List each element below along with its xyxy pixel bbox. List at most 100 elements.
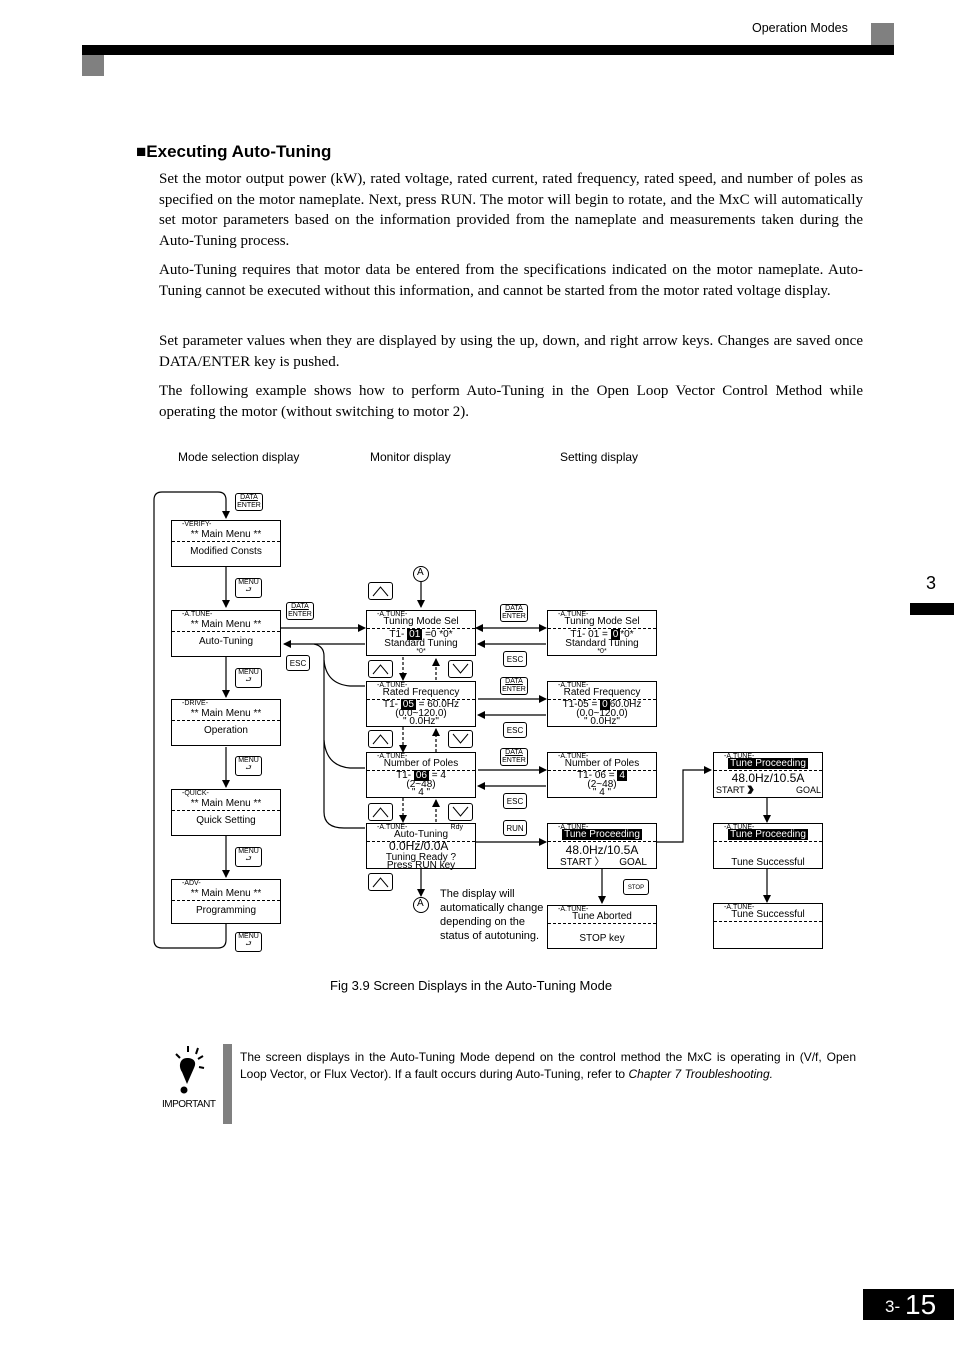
down-arrow-icon [452, 663, 469, 674]
lcd-monitor-tuning-mode-sel: -A.TUNE- Tuning Mode Sel T1- 01 =0 *0* S… [366, 610, 476, 656]
lcd-title: Tuning Mode Sel [383, 616, 459, 627]
lcd-value: 48.0Hz/10.5A [565, 843, 639, 857]
data-enter-key[interactable]: DATA ENTER [286, 602, 314, 620]
lcd-value: 48.0Hz/10.5A [731, 771, 805, 785]
lcd-title: Tune Proceeding [728, 758, 808, 769]
lcd-mode-drive: -DRIVE- ** Main Menu ** Operation [171, 699, 281, 746]
menu-key[interactable]: MENU ⮐ [235, 756, 262, 776]
lcd-title: ** Main Menu ** [190, 708, 262, 719]
lcd-title: Tune Successful [731, 909, 805, 920]
lcd-line3: *0* [416, 648, 426, 655]
lcd-monitor-rated-frequency: -A.TUNE- Rated Frequency T1- 05 = 60.0Hz… [366, 681, 476, 727]
data-enter-key[interactable]: DATA ENTER [500, 604, 528, 622]
lcd-title: Rated Frequency [563, 687, 641, 698]
return-arrow-icon: ⮐ [245, 587, 252, 594]
lcd-mode-quick: -QUICK- ** Main Menu ** Quick Setting [171, 789, 281, 836]
page-number: 3- 15 [863, 1289, 954, 1320]
lcd-title: Tune Aborted [572, 911, 632, 922]
lcd-body: STOP key [579, 933, 625, 944]
return-arrow-icon: ⮐ [245, 856, 252, 863]
lcd-tag: -ADV- [182, 880, 201, 887]
esc-key[interactable]: ESC [286, 655, 310, 671]
down-arrow-key[interactable] [448, 660, 473, 678]
lcd-body: Tune Successful [731, 857, 805, 868]
lcd-body: Auto-Tuning [198, 636, 254, 647]
lcd-body: Operation [204, 725, 248, 736]
esc-key[interactable]: ESC [503, 793, 527, 809]
lcd-title: Tuning Mode Sel [564, 616, 640, 627]
lcd-title: ** Main Menu ** [190, 798, 262, 809]
data-enter-key[interactable]: DATA ENTER [500, 677, 528, 695]
up-arrow-key[interactable] [368, 730, 393, 748]
lcd-line3: " 4 " [592, 787, 612, 798]
figure-caption: Fig 3.9 Screen Displays in the Auto-Tuni… [330, 978, 613, 993]
important-exclamation-icon [175, 1046, 205, 1094]
lcd-line3: " 4 " [411, 787, 431, 798]
connector-a-top-label: A [417, 567, 424, 578]
menu-key[interactable]: MENU ⮐ [235, 668, 262, 688]
lcd-setting-rated-frequency: -A.TUNE- Rated Frequency T1-05 = 0 60.0Hz… [547, 681, 657, 727]
important-text: The screen displays in the Auto-Tuning M… [240, 1050, 856, 1081]
menu-key[interactable]: MENU ⮐ [235, 932, 262, 952]
down-arrow-key[interactable] [448, 803, 473, 821]
lcd-monitor-auto-tuning: -A.TUNE- Rdy Auto-Tuning 0.0Hz/0.0A Tuni… [366, 823, 476, 871]
chapter-reference: Chapter 7 Troubleshooting. [628, 1067, 773, 1081]
lcd-line3: " 0.0Hz" [402, 716, 439, 727]
lcd-setting-tune-proceeding: -A.TUNE- Tune Proceeding 48.0Hz/10.5A ST… [547, 823, 657, 869]
lcd-monitor-number-of-poles: -A.TUNE- Number of Poles T1- 06 = 4 (2~4… [366, 752, 476, 798]
esc-key[interactable]: ESC [503, 722, 527, 738]
important-label: IMPORTANT [162, 1099, 216, 1110]
lcd-title: Tune Proceeding [562, 829, 642, 840]
up-arrow-icon [372, 664, 389, 675]
return-arrow-icon: ⮐ [245, 677, 252, 684]
lcd-tag: -DRIVE- [182, 700, 209, 707]
up-arrow-icon [372, 877, 389, 888]
lcd-setting-tuning-mode-sel: -A.TUNE- Tuning Mode Sel T1- 01 = 0 *0* S… [547, 610, 657, 656]
lcd-tag: -VERIFY- [182, 521, 212, 528]
lcd-mode-verify: -VERIFY- ** Main Menu ** Modified Consts [171, 520, 281, 567]
lcd-body: Programming [195, 905, 257, 916]
lcd-title: ** Main Menu ** [190, 888, 262, 899]
down-arrow-icon [452, 733, 469, 744]
connector-a-bottom-label: A [417, 898, 424, 909]
lcd-line3: " 0.0Hz" [583, 716, 620, 727]
lcd-title: ** Main Menu ** [190, 529, 262, 540]
lcd-setting-tune-aborted: -A.TUNE- Tune Aborted STOP key [547, 905, 657, 949]
down-arrow-key[interactable] [448, 730, 473, 748]
lcd-mode-adv: -ADV- ** Main Menu ** Programming [171, 879, 281, 924]
lcd-body: Modified Consts [190, 546, 262, 557]
lcd-title: Number of Poles [564, 758, 640, 769]
up-arrow-key[interactable] [368, 873, 393, 891]
lcd-result-tune-proceeding-success: -A.TUNE- Tune Proceeding Tune Successful [713, 823, 823, 869]
menu-key[interactable]: MENU ⮐ [235, 578, 262, 598]
up-arrow-key[interactable] [368, 582, 393, 600]
lcd-progress: START 〉 GOAL [560, 857, 647, 868]
up-arrow-key[interactable] [368, 803, 393, 821]
return-arrow-icon: ⮐ [245, 941, 252, 948]
run-key[interactable]: RUN [503, 820, 527, 836]
lcd-tag: -QUICK- [182, 790, 209, 797]
menu-key[interactable]: MENU ⮐ [235, 847, 262, 867]
data-enter-key[interactable]: DATA ENTER [500, 748, 528, 766]
lcd-title: ** Main Menu ** [190, 619, 262, 630]
lcd-line3: *0* [597, 648, 607, 655]
lcd-result-tune-successful: -A.TUNE- Tune Successful [713, 903, 823, 949]
progress-arrow-icon: 〉〉〉〉〉〉〉 [747, 785, 759, 795]
up-arrow-icon [372, 734, 389, 745]
progress-arrow-icon: 〉 [594, 857, 605, 868]
lcd-line3: Press RUN key [386, 860, 456, 871]
data-enter-key[interactable]: DATA ENTER [235, 493, 263, 511]
up-arrow-icon [372, 807, 389, 818]
lcd-title: Number of Poles [383, 758, 459, 769]
up-arrow-icon [372, 586, 389, 597]
flow-connectors [153, 491, 771, 949]
stop-key[interactable]: STOP [623, 879, 649, 895]
lcd-body: Quick Setting [196, 815, 256, 826]
esc-key[interactable]: ESC [503, 651, 527, 667]
lcd-title: Rated Frequency [382, 687, 460, 698]
return-arrow-icon: ⮐ [245, 765, 252, 772]
lcd-mode-atune[interactable]: -A.TUNE- ** Main Menu ** Auto-Tuning [171, 610, 281, 657]
lcd-title: Tune Proceeding [728, 829, 808, 840]
up-arrow-key[interactable] [368, 660, 393, 678]
lcd-tag: -A.TUNE- [182, 611, 213, 618]
